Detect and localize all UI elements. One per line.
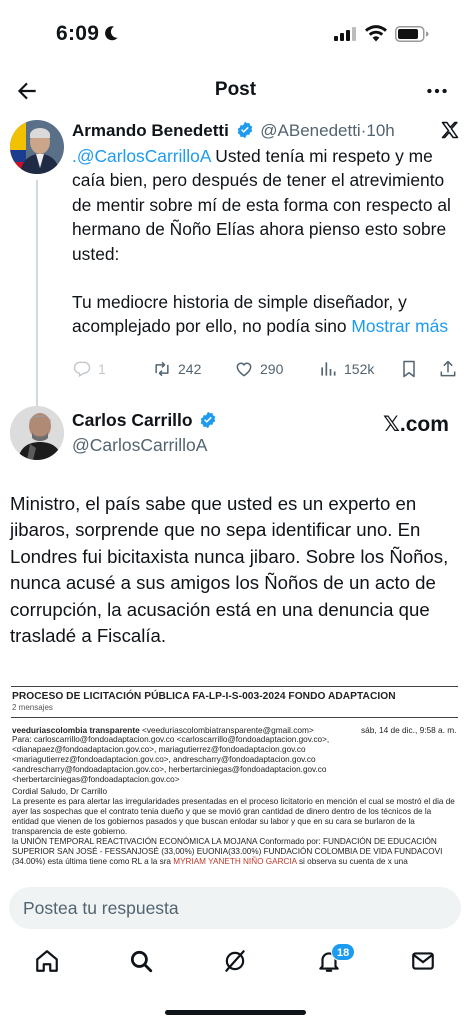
messages-icon[interactable]: [410, 948, 436, 974]
repost-icon: [155, 361, 169, 377]
email-greeting: Cordial Saludo, Dr Carrillo: [12, 787, 108, 796]
top-rule: [11, 686, 458, 687]
email-paragraph: La presente es para alertar las irregula…: [12, 797, 455, 836]
notification-badge: 18: [331, 943, 356, 961]
status-time: 6:09: [56, 22, 100, 45]
battery-icon: [395, 26, 429, 42]
parent-tweet-text: .@CarlosCarrilloA Usted tenía mi respeto…: [72, 144, 460, 339]
email-subject: PROCESO DE LICITACIÓN PÚBLICA FA-LP-I-S-…: [12, 691, 396, 702]
highlighted-name: MYRIAM YANETH NIÑO GARCIA: [173, 857, 297, 865]
cellular-signal-icon: [334, 27, 356, 41]
paragraph-2-end: si observa su cuenta de x una: [296, 857, 408, 865]
email-recipients: Para: carloscarrillo@fondoadaptacion.gov…: [12, 735, 330, 784]
avatar-armando-benedetti[interactable]: [10, 120, 64, 174]
post-age: 10h: [366, 121, 395, 140]
focus-moon-icon: [105, 26, 118, 41]
email-body: Cordial Saludo, Dr Carrillo La presente …: [12, 787, 460, 865]
reply-placeholder: Postea tu respuesta: [23, 898, 179, 918]
status-bar: 6:09: [0, 0, 471, 64]
email-date: sáb, 14 de dic., 9:58 a. m.: [361, 725, 457, 735]
subject-rule: [11, 717, 458, 718]
email-sender: veeduriascolombia transparente <veeduria…: [12, 725, 314, 735]
repost-count: 242: [178, 361, 202, 377]
sender-name: veeduriascolombia transparente: [12, 725, 140, 735]
sender-email: <veeduriascolombiatransparente@gmail.com…: [142, 725, 314, 735]
verified-badge-icon: [201, 411, 216, 429]
views-action[interactable]: 152k: [318, 359, 374, 379]
share-action[interactable]: [438, 359, 458, 379]
x-logo-icon: [441, 121, 459, 139]
bottom-navigation: 18: [0, 940, 471, 990]
page-title: Post: [214, 79, 257, 100]
share-icon: [440, 360, 456, 377]
reply-count: 1: [98, 361, 106, 377]
source-watermark: 𝕏.com: [383, 413, 449, 436]
like-count: 290: [260, 361, 284, 377]
main-author-handle[interactable]: @CarlosCarrilloA: [72, 435, 207, 456]
reply-input[interactable]: Postea tu respuesta: [9, 887, 461, 929]
like-action[interactable]: 290: [234, 359, 283, 379]
avatar-carlos-carrillo[interactable]: [10, 406, 64, 460]
bookmark-icon: [403, 360, 415, 378]
author-handle[interactable]: @ABenedetti: [260, 121, 360, 140]
views-chart-icon: [321, 362, 336, 376]
heart-icon: [236, 362, 252, 377]
mention-link[interactable]: .@CarlosCarrilloA: [72, 146, 210, 166]
reply-icon: [73, 361, 91, 378]
main-author-name[interactable]: Carlos Carrillo: [72, 410, 219, 431]
view-count: 152k: [344, 361, 375, 377]
search-icon[interactable]: [128, 948, 154, 974]
email-paragraph-2: la UNIÓN TEMPORAL REACTIVACIÓN ECONÓMICA…: [12, 837, 460, 865]
author-name[interactable]: Armando Benedetti: [72, 121, 229, 140]
repost-action[interactable]: 242: [152, 359, 201, 379]
top-app-bar: Post: [0, 64, 471, 118]
reply-action[interactable]: 1: [72, 359, 106, 379]
author-name[interactable]: Carlos Carrillo: [72, 410, 193, 430]
attached-email-image[interactable]: PROCESO DE LICITACIÓN PÚBLICA FA-LP-I-S-…: [11, 685, 461, 865]
parent-tweet-actions: 1 242 290 152k: [72, 359, 460, 383]
show-more-link[interactable]: Mostrar más: [351, 316, 448, 336]
wifi-icon: [365, 25, 387, 42]
main-tweet-text: Ministro, el país sabe que usted es un e…: [10, 493, 449, 647]
bookmark-action[interactable]: [399, 359, 419, 379]
more-options-icon[interactable]: [424, 78, 450, 104]
home-indicator: [165, 1010, 306, 1015]
parent-tweet-header: Armando Benedetti @ABenedetti·10h: [72, 120, 395, 142]
verified-badge-icon: [237, 121, 252, 139]
home-icon[interactable]: [34, 948, 60, 974]
grok-icon[interactable]: [222, 948, 248, 974]
email-message-count: 2 mensajes: [12, 703, 53, 712]
